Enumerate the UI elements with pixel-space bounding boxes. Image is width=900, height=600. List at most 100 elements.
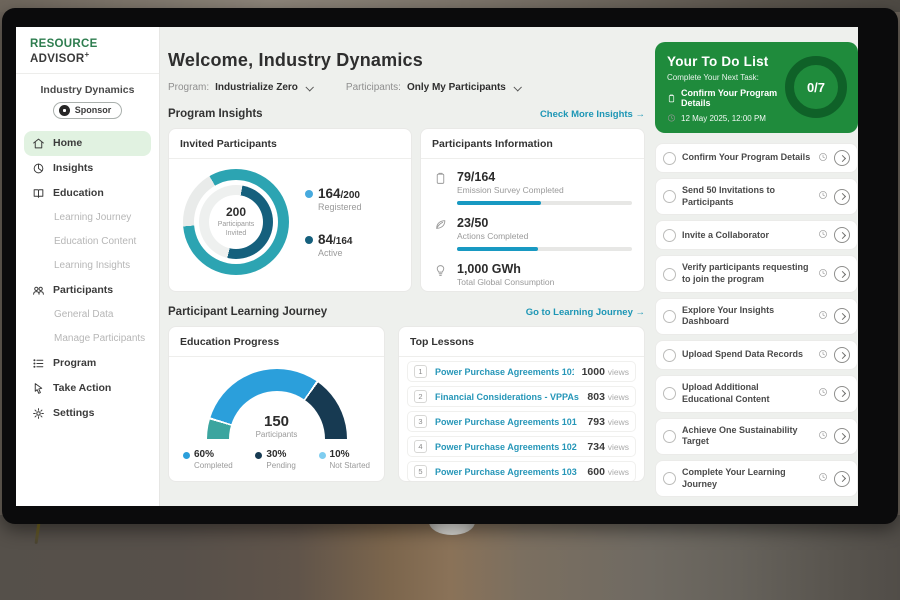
lesson-row[interactable]: 3 Power Purchase Agreements 101 793 view… [407,411,636,432]
legend-percent: 60% [194,449,233,460]
task-label: Verify participants requesting to join t… [682,262,812,285]
program-filter-value: Industrialize Zero [215,82,298,93]
lesson-title-link[interactable]: Power Purchase Agreements 103 [435,467,579,477]
task-item[interactable]: Upload Additional Educational Content [655,375,858,412]
task-go-button[interactable] [834,150,850,166]
task-item[interactable]: Upload Spend Data Records [655,340,858,370]
task-go-button[interactable] [834,266,850,282]
clipboard-icon [434,172,447,185]
legend-pending: 30% Pending [255,449,295,470]
logo-plus: + [85,50,90,59]
lesson-rank: 3 [414,415,427,428]
card-title: Participants Information [421,129,644,159]
gear-icon [32,407,45,420]
lesson-row[interactable]: 5 Power Purchase Agreements 103 600 view… [407,461,636,482]
clock-icon [818,268,828,281]
task-item[interactable]: Invite a Collaborator [655,220,858,250]
main-content: Welcome, Industry Dynamics Program: Indu… [160,27,655,506]
sidebar: RESOURCE ADVISOR+ Industry Dynamics Spon… [16,27,160,506]
task-checkbox[interactable] [663,349,676,362]
lesson-title-link[interactable]: Financial Considerations - VPPAs [435,392,579,402]
task-go-button[interactable] [834,386,850,402]
sidebar-item-settings[interactable]: Settings [16,401,159,426]
task-label: Confirm Your Program Details [682,152,812,164]
sidebar-item-program[interactable]: Program [16,351,159,376]
lesson-title-link[interactable]: Power Purchase Agreements 101 [435,417,579,427]
lesson-views-word: views [608,392,629,402]
lesson-views-word: views [608,467,629,477]
lesson-rank: 2 [414,390,427,403]
task-checkbox[interactable] [663,190,676,203]
todo-column: Your To Do List Complete Your Next Task:… [655,27,858,506]
sidebar-item-participants[interactable]: Participants [16,278,159,303]
gauge-center-label: Participants [207,430,347,439]
lesson-row[interactable]: 1 Power Purchase Agreements 101 1000 vie… [407,361,636,382]
task-item[interactable]: Explore Your Insights Dashboard [655,298,858,335]
task-checkbox[interactable] [663,152,676,165]
lesson-row[interactable]: 4 Power Purchase Agreements 102 734 view… [407,436,636,457]
check-more-insights-link[interactable]: Check More Insights → [540,109,645,120]
lesson-views-word: views [608,417,629,427]
sidebar-item-learning-journey[interactable]: Learning Journey [16,206,159,230]
metric-label: Emission Survey Completed [457,185,632,195]
progress-fill [457,201,541,205]
section-title: Participant Learning Journey [168,306,327,318]
task-label: Achieve One Sustainability Target [682,425,812,448]
chevron-down-icon [305,83,313,91]
task-checkbox[interactable] [663,268,676,281]
legend-label: Registered [318,202,362,212]
sidebar-item-take-action[interactable]: Take Action [16,376,159,401]
task-go-button[interactable] [834,189,850,205]
task-item[interactable]: Verify participants requesting to join t… [655,255,858,292]
task-checkbox[interactable] [663,472,676,485]
task-checkbox[interactable] [663,387,676,400]
sidebar-item-education[interactable]: Education [16,181,159,206]
task-label: Explore Your Insights Dashboard [682,305,812,328]
legend-dot [183,452,190,459]
lesson-rank: 4 [414,440,427,453]
program-insights-header: Program Insights Check More Insights → [168,108,645,120]
bulb-icon [434,264,447,277]
sidebar-item-education-content[interactable]: Education Content [16,230,159,254]
legend-label: Active [318,248,362,258]
lesson-title-link[interactable]: Power Purchase Agreements 101 [435,367,574,377]
sidebar-item-label: Take Action [53,382,111,394]
task-item[interactable]: Achieve One Sustainability Target [655,418,858,455]
task-checkbox[interactable] [663,229,676,242]
donut-center-value: 200 [226,205,246,219]
program-dropdown[interactable]: Program: Industrialize Zero [168,82,312,93]
clock-icon [818,310,828,323]
sidebar-item-insights[interactable]: Insights [16,156,159,181]
clock-icon [818,472,828,485]
legend-denominator: /164 [333,236,352,247]
task-item[interactable]: Send 50 Invitations to Participants [655,178,858,215]
task-go-button[interactable] [834,471,850,487]
go-to-learning-journey-link[interactable]: Go to Learning Journey → [526,307,645,318]
sidebar-item-home[interactable]: Home [24,131,151,156]
filters-row: Program: Industrialize Zero Participants… [168,82,645,93]
task-item[interactable]: Confirm Your Program Details [655,143,858,173]
task-go-button[interactable] [834,428,850,444]
dashboard-screen: RESOURCE ADVISOR+ Industry Dynamics Spon… [16,27,858,506]
task-go-button[interactable] [834,347,850,363]
task-go-button[interactable] [834,308,850,324]
participants-dropdown[interactable]: Participants: Only My Participants [346,82,520,93]
lesson-row[interactable]: 2 Financial Considerations - VPPAs 803 v… [407,386,636,407]
lesson-views-count: 803 [587,391,605,403]
todo-next-task: Confirm Your Program Details [667,88,792,108]
task-checkbox[interactable] [663,430,676,443]
task-go-button[interactable] [834,227,850,243]
clock-icon [818,349,828,362]
lesson-title-link[interactable]: Power Purchase Agreements 102 [435,442,579,452]
collapse-tasks-link[interactable]: Collapse Tasks [655,502,858,506]
sidebar-item-learning-insights[interactable]: Learning Insights [16,254,159,278]
sidebar-item-label: Education Content [54,236,136,247]
task-item[interactable]: Complete Your Learning Journey [655,460,858,497]
sidebar-item-general-data[interactable]: General Data [16,303,159,327]
sidebar-item-manage-participants[interactable]: Manage Participants [16,327,159,351]
top-lessons-card: Top Lessons 1 Power Purchase Agreements … [398,326,645,482]
clock-icon [818,152,828,165]
legend-dot [319,452,326,459]
progress-track [457,201,632,205]
task-checkbox[interactable] [663,310,676,323]
